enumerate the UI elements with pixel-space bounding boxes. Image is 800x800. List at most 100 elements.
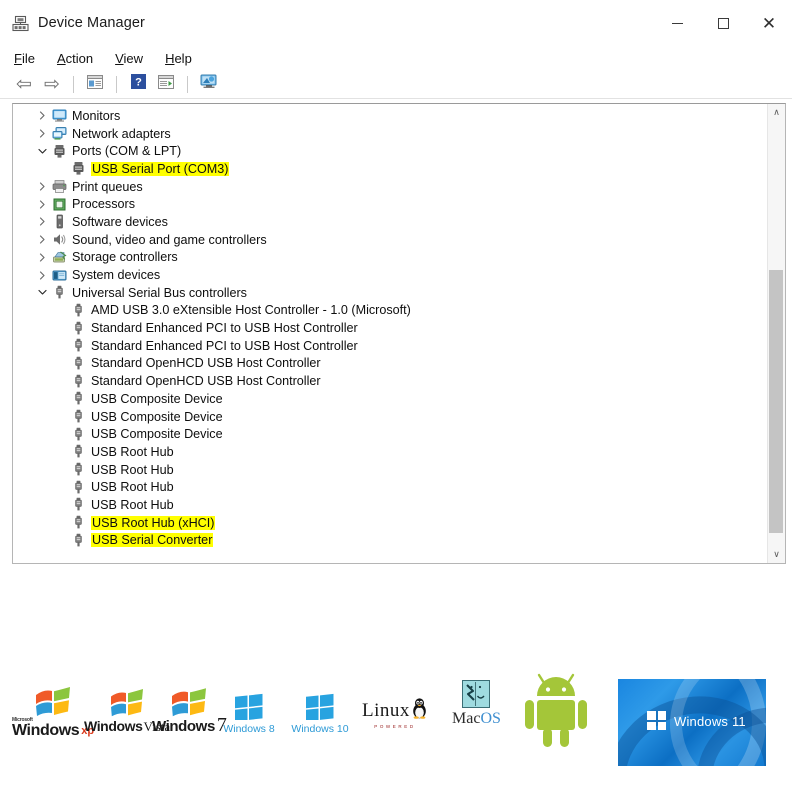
properties-button[interactable] [83, 73, 107, 95]
svg-text:?: ? [135, 77, 142, 89]
tree-row-label: Standard Enhanced PCI to USB Host Contro… [91, 338, 358, 353]
device-manager-window: Device Manager ✕ File Action View Help ⇦… [0, 0, 792, 572]
toolbar-separator-1 [73, 75, 74, 93]
menu-bar: File Action View Help [0, 46, 792, 70]
chevron-right-icon[interactable] [35, 111, 50, 120]
tree-row[interactable]: USB Composite Device [13, 425, 767, 443]
tree-row[interactable]: USB Composite Device [13, 390, 767, 408]
tree-row-label: USB Serial Port (COM3) [88, 161, 230, 176]
tree-row[interactable]: AMD USB 3.0 eXtensible Host Controller -… [13, 302, 767, 320]
macos-logo: MacOS [452, 680, 501, 728]
tree-row-label: Ports (COM & LPT) [72, 144, 182, 159]
maximize-icon [717, 17, 729, 29]
chevron-right-icon[interactable] [35, 129, 50, 138]
chevron-right-icon[interactable] [35, 253, 50, 262]
speaker-icon [50, 232, 69, 247]
chevron-down-icon[interactable] [35, 147, 50, 156]
tree-row[interactable]: USB Serial Converter [13, 532, 767, 550]
scroll-up-arrow[interactable]: ∧ [768, 104, 785, 121]
chevron-down-icon[interactable] [35, 288, 50, 297]
tree-row-label: USB Composite Device [91, 409, 223, 424]
chevron-right-icon[interactable] [35, 270, 50, 280]
tree-row[interactable]: Print queues [13, 178, 767, 196]
tree-vertical-scrollbar[interactable]: ∧ ∨ [767, 104, 785, 563]
software-device-icon [50, 214, 69, 229]
tree-row[interactable]: Processors [13, 195, 767, 213]
highlighted-text: USB Serial Converter [91, 533, 214, 548]
tree-row-label: Universal Serial Bus controllers [72, 285, 247, 300]
windows-8-caption: Windows 8 [223, 723, 275, 735]
tree-row[interactable]: Universal Serial Bus controllers [13, 284, 767, 302]
usb-icon [69, 374, 88, 389]
scan-hardware-button[interactable] [154, 73, 178, 95]
usb-icon [69, 356, 88, 371]
tree-row[interactable]: Standard OpenHCD USB Host Controller [13, 355, 767, 373]
windows-10-caption: Windows 10 [291, 723, 349, 735]
help-button[interactable]: ? [126, 73, 150, 95]
minimize-button[interactable] [654, 0, 700, 46]
usb-icon [69, 444, 88, 459]
linux-powered-caption: POWERED [374, 724, 416, 729]
chevron-right-icon[interactable] [35, 200, 50, 209]
close-button[interactable]: ✕ [746, 0, 792, 46]
port-icon [69, 161, 88, 176]
tree-row[interactable]: USB Root Hub (xHCI) [13, 514, 767, 532]
menu-item-help[interactable]: Help [165, 51, 192, 66]
os-logo-strip: Microsoft Windows xp Windows Vista Windo… [0, 660, 800, 800]
tree-row[interactable]: Standard OpenHCD USB Host Controller [13, 372, 767, 390]
tree-row[interactable]: USB Serial Port (COM3) [13, 160, 767, 178]
tree-row[interactable]: USB Root Hub [13, 496, 767, 514]
menu-item-file[interactable]: File [14, 51, 35, 66]
tree-row-label: Monitors [72, 108, 121, 123]
tree-row-label: Network adapters [72, 126, 171, 141]
tree-row[interactable]: Ports (COM & LPT) [13, 142, 767, 160]
show-hidden-devices-button[interactable] [197, 73, 221, 95]
tree-row[interactable]: Software devices [13, 213, 767, 231]
tree-row[interactable]: USB Composite Device [13, 408, 767, 426]
windows-legacy-flag-icon [169, 687, 209, 719]
tree-row[interactable]: Standard Enhanced PCI to USB Host Contro… [13, 337, 767, 355]
device-tree[interactable]: Monitors Network adapters Ports (COM & LPT… [13, 104, 767, 563]
windows-7-logo: Windows 7 [152, 687, 227, 735]
tree-row-label: USB Root Hub [91, 462, 174, 477]
scroll-down-arrow[interactable]: ∨ [768, 546, 785, 563]
tree-row[interactable]: Sound, video and game controllers [13, 231, 767, 249]
maximize-button[interactable] [700, 0, 746, 46]
scan-icon [158, 74, 174, 94]
usb-icon [69, 427, 88, 442]
back-button[interactable]: ⇦ [12, 73, 36, 95]
tree-row[interactable]: USB Root Hub [13, 478, 767, 496]
toolbar-separator-3 [187, 75, 188, 93]
tree-row-label: Storage controllers [72, 250, 178, 265]
scroll-thumb[interactable] [769, 269, 783, 534]
chevron-right-icon[interactable] [35, 235, 50, 244]
minimize-icon [671, 22, 683, 24]
forward-button[interactable]: ⇨ [40, 73, 64, 95]
menu-item-action[interactable]: Action [57, 51, 93, 66]
tree-row-label: Standard OpenHCD USB Host Controller [91, 356, 321, 371]
tree-row[interactable]: System devices [13, 266, 767, 284]
chevron-right-icon[interactable] [35, 182, 50, 191]
tree-row-label: USB Composite Device [91, 427, 223, 442]
title-bar[interactable]: Device Manager ✕ [0, 0, 792, 46]
usb-icon [50, 285, 69, 300]
usb-icon [69, 321, 88, 336]
tree-row-label: Standard OpenHCD USB Host Controller [91, 374, 321, 389]
toolbar: ⇦ ⇨ ? [0, 70, 792, 99]
tree-row[interactable]: USB Root Hub [13, 461, 767, 479]
macos-wordmark: MacOS [452, 710, 501, 728]
scroll-track[interactable] [768, 121, 785, 546]
windows-legacy-flag-icon [108, 688, 146, 719]
tree-row[interactable]: USB Root Hub [13, 443, 767, 461]
tree-row[interactable]: Network adapters [13, 125, 767, 143]
windows-11-wallpaper: Windows 11 [618, 679, 766, 766]
usb-icon [69, 303, 88, 318]
tree-row[interactable]: Standard Enhanced PCI to USB Host Contro… [13, 319, 767, 337]
windows-7-brand: Windows [152, 718, 215, 735]
tree-row-label: AMD USB 3.0 eXtensible Host Controller -… [91, 303, 411, 318]
highlighted-text: USB Root Hub (xHCI) [91, 515, 216, 530]
tree-row[interactable]: Storage controllers [13, 249, 767, 267]
chevron-right-icon[interactable] [35, 217, 50, 227]
menu-item-view[interactable]: View [115, 51, 143, 66]
tree-row[interactable]: Monitors [13, 107, 767, 125]
